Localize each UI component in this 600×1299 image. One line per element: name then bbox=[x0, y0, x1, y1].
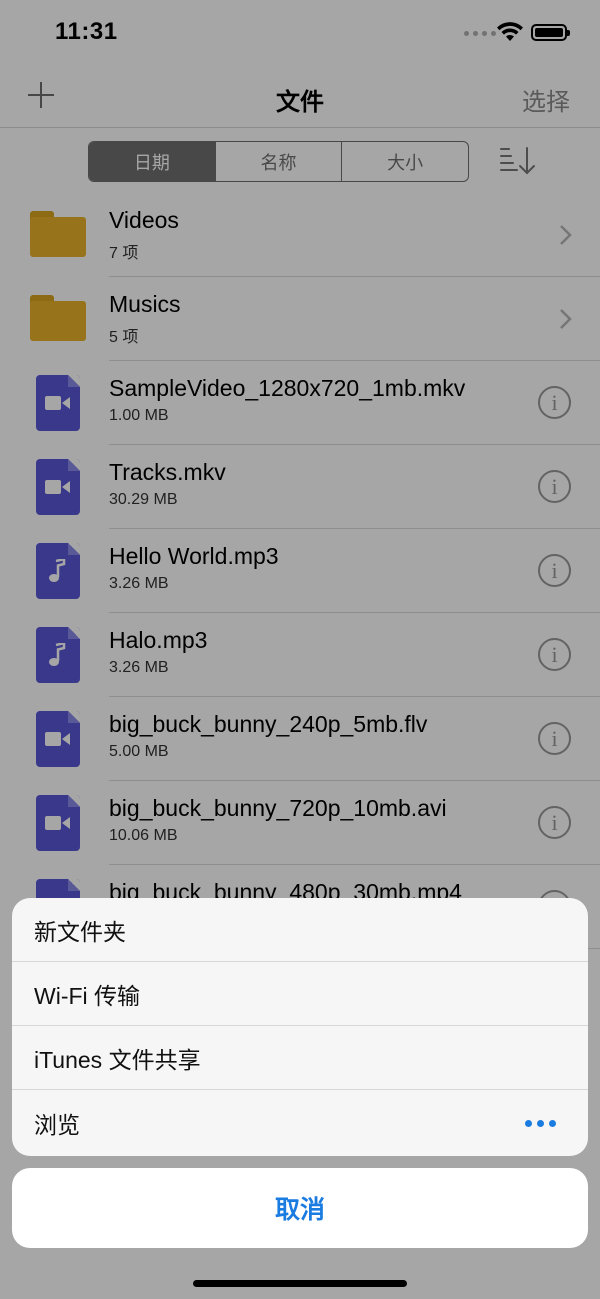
action-browse[interactable]: 浏览 bbox=[12, 1090, 588, 1156]
ellipsis-icon bbox=[525, 1120, 556, 1127]
action-wifi-transfer[interactable]: Wi-Fi 传输 bbox=[12, 962, 588, 1026]
home-indicator bbox=[193, 1280, 407, 1287]
action-itunes-file-sharing[interactable]: iTunes 文件共享 bbox=[12, 1026, 588, 1090]
action-new-folder[interactable]: 新文件夹 bbox=[12, 898, 588, 962]
action-browse-label: 浏览 bbox=[34, 1112, 80, 1138]
action-sheet: 新文件夹 Wi-Fi 传输 iTunes 文件共享 浏览 bbox=[12, 898, 588, 1156]
cancel-button[interactable]: 取消 bbox=[12, 1168, 588, 1248]
